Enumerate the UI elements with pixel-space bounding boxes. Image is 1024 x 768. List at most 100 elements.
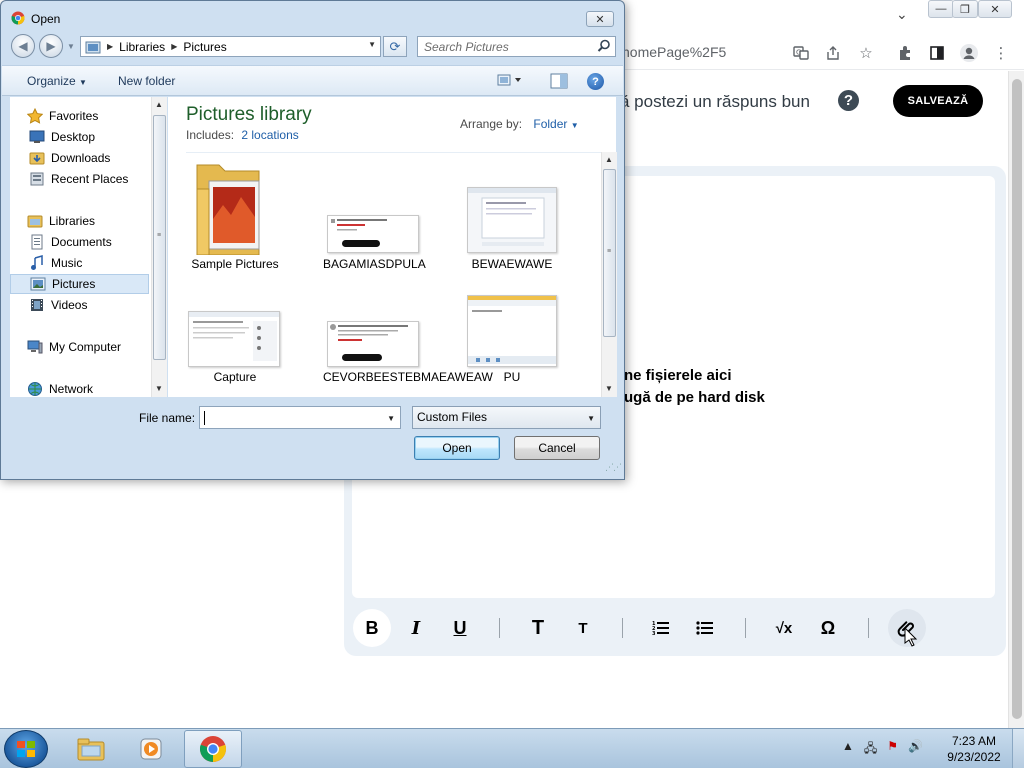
forward-button[interactable]: ▶ bbox=[39, 34, 63, 58]
file-item[interactable]: BEWAEWAWE bbox=[462, 258, 562, 271]
arrange-by-dropdown[interactable]: Folder ▼ bbox=[533, 117, 578, 131]
nav-my-computer-label: My Computer bbox=[49, 340, 122, 354]
network-tray-icon[interactable]: 🖧 bbox=[864, 739, 877, 760]
start-button[interactable] bbox=[4, 730, 48, 768]
image-thumbnail[interactable] bbox=[467, 187, 557, 253]
search-input[interactable]: Search Pictures bbox=[417, 36, 616, 57]
file-item[interactable]: CEVORBEESTEBMAEAWEAW bbox=[323, 371, 493, 384]
browser-menu-icon[interactable]: ⋮ bbox=[990, 42, 1012, 64]
new-folder-button[interactable]: New folder bbox=[118, 74, 175, 88]
page-scrollbar[interactable] bbox=[1008, 71, 1024, 728]
share-icon[interactable] bbox=[822, 42, 844, 64]
image-thumbnail[interactable] bbox=[327, 215, 419, 253]
organize-menu[interactable]: Organize ▼ bbox=[27, 74, 87, 88]
taskbar-clock[interactable]: 7:23 AM 9/23/2022 bbox=[940, 733, 1008, 765]
nav-music[interactable]: Music bbox=[10, 253, 149, 273]
folder-thumbnail[interactable] bbox=[193, 159, 265, 258]
resize-grip-icon[interactable]: ⋰⋰ bbox=[605, 462, 622, 473]
file-list-scrollbar[interactable]: ▲ ≡ ▼ bbox=[601, 152, 617, 397]
explorer-taskbar-icon[interactable] bbox=[62, 730, 120, 768]
nav-music-label: Music bbox=[51, 256, 83, 270]
nav-libraries[interactable]: Libraries bbox=[10, 211, 149, 231]
volume-tray-icon[interactable]: 🔊 bbox=[908, 739, 923, 760]
show-desktop-button[interactable] bbox=[1012, 729, 1024, 768]
flag-tray-icon[interactable]: ⚑ bbox=[887, 739, 898, 760]
nav-videos[interactable]: Videos bbox=[10, 295, 149, 315]
profile-avatar-icon[interactable] bbox=[958, 42, 980, 64]
breadcrumb-separator-icon: ▶ bbox=[107, 42, 114, 51]
file-item[interactable]: BAGAMIASDPULA bbox=[323, 258, 426, 271]
scroll-down-icon[interactable]: ▼ bbox=[605, 384, 613, 393]
image-thumbnail[interactable] bbox=[188, 311, 280, 367]
underline-button[interactable]: U bbox=[441, 609, 479, 647]
preview-pane-icon[interactable] bbox=[550, 73, 568, 92]
math-button[interactable]: √x bbox=[765, 609, 803, 647]
media-player-taskbar-icon[interactable] bbox=[122, 730, 180, 768]
bullet-list-icon[interactable] bbox=[686, 609, 724, 647]
tab-search-chevron-icon[interactable]: ⌄ bbox=[896, 6, 908, 23]
file-name-input[interactable]: ▼ bbox=[199, 406, 401, 429]
nav-desktop[interactable]: Desktop bbox=[10, 127, 149, 147]
chrome-taskbar-icon[interactable] bbox=[184, 730, 242, 768]
file-type-filter[interactable]: Custom Files ▼ bbox=[412, 406, 601, 429]
file-item[interactable]: Capture bbox=[185, 371, 285, 384]
refresh-icon[interactable]: ⟳ bbox=[383, 36, 407, 57]
extensions-icon[interactable] bbox=[894, 42, 916, 64]
file-item[interactable]: PU bbox=[462, 371, 562, 384]
navigation-scrollbar[interactable]: ▲ ≡ ▼ bbox=[151, 97, 167, 397]
ordered-list-icon[interactable]: 123 bbox=[642, 609, 680, 647]
network-globe-icon bbox=[27, 381, 43, 397]
drop-zone-text-1: ne fișierele aici bbox=[624, 367, 732, 384]
change-view-icon[interactable] bbox=[497, 73, 523, 90]
file-item[interactable]: Sample Pictures bbox=[185, 258, 285, 271]
address-breadcrumb[interactable]: ▶ Libraries ▶ Pictures ▼ bbox=[80, 36, 381, 57]
address-dropdown-icon[interactable]: ▼ bbox=[368, 40, 376, 49]
dialog-close-button[interactable]: ✕ bbox=[586, 11, 614, 27]
heading-small-button[interactable]: T bbox=[564, 609, 602, 647]
breadcrumb-pictures[interactable]: Pictures bbox=[183, 40, 226, 54]
close-window-button[interactable]: ✕ bbox=[978, 0, 1012, 18]
breadcrumb-libraries[interactable]: Libraries bbox=[119, 40, 165, 54]
image-thumbnail[interactable] bbox=[467, 295, 557, 367]
nav-documents[interactable]: Documents bbox=[10, 232, 149, 252]
nav-recent-places-label: Recent Places bbox=[51, 172, 129, 186]
scroll-down-icon[interactable]: ▼ bbox=[155, 384, 163, 393]
scroll-thumb[interactable]: ≡ bbox=[153, 115, 166, 360]
tray-expand-icon[interactable]: ▲ bbox=[842, 739, 854, 760]
bookmark-star-icon[interactable]: ☆ bbox=[855, 42, 877, 64]
arrange-by-value: Folder bbox=[533, 117, 568, 131]
nav-recent-places[interactable]: Recent Places bbox=[10, 169, 149, 189]
side-panel-icon[interactable] bbox=[926, 42, 948, 64]
symbol-button[interactable]: Ω bbox=[809, 609, 847, 647]
address-bar-url[interactable]: homePage%2F5 bbox=[622, 44, 726, 60]
music-note-icon bbox=[29, 255, 45, 271]
nav-pictures[interactable]: Pictures bbox=[10, 274, 149, 294]
minimize-button[interactable]: — bbox=[928, 0, 954, 18]
save-button[interactable]: SALVEAZĂ bbox=[893, 85, 983, 117]
open-button[interactable]: Open bbox=[414, 436, 500, 460]
scroll-up-icon[interactable]: ▲ bbox=[605, 155, 613, 164]
nav-network[interactable]: Network bbox=[10, 379, 149, 399]
help-icon[interactable]: ? bbox=[587, 73, 604, 90]
heading-large-button[interactable]: T bbox=[519, 609, 557, 647]
back-button[interactable]: ◀ bbox=[11, 34, 35, 58]
italic-button[interactable]: I bbox=[397, 609, 435, 647]
image-thumbnail[interactable] bbox=[327, 321, 419, 367]
cancel-button[interactable]: Cancel bbox=[514, 436, 600, 460]
nav-downloads[interactable]: Downloads bbox=[10, 148, 149, 168]
dialog-title: Open bbox=[31, 12, 61, 26]
recent-pages-chevron-icon[interactable]: ▼ bbox=[67, 42, 75, 51]
maximize-button[interactable]: ❐ bbox=[952, 0, 978, 18]
file-name-dropdown-icon[interactable]: ▼ bbox=[387, 414, 395, 423]
toolbar-divider bbox=[868, 618, 869, 638]
scroll-thumb[interactable]: ≡ bbox=[603, 169, 616, 337]
nav-my-computer[interactable]: My Computer bbox=[10, 337, 149, 357]
bold-button[interactable]: B bbox=[353, 609, 391, 647]
translate-icon[interactable]: G bbox=[790, 42, 812, 64]
includes-locations-link[interactable]: 2 locations bbox=[241, 128, 298, 142]
arrange-by-control: Arrange by: Folder ▼ bbox=[460, 117, 579, 131]
help-icon[interactable]: ? bbox=[838, 90, 859, 111]
scroll-up-icon[interactable]: ▲ bbox=[155, 100, 163, 109]
nav-favorites[interactable]: Favorites bbox=[10, 106, 149, 126]
includes-label: Includes: bbox=[186, 128, 235, 142]
